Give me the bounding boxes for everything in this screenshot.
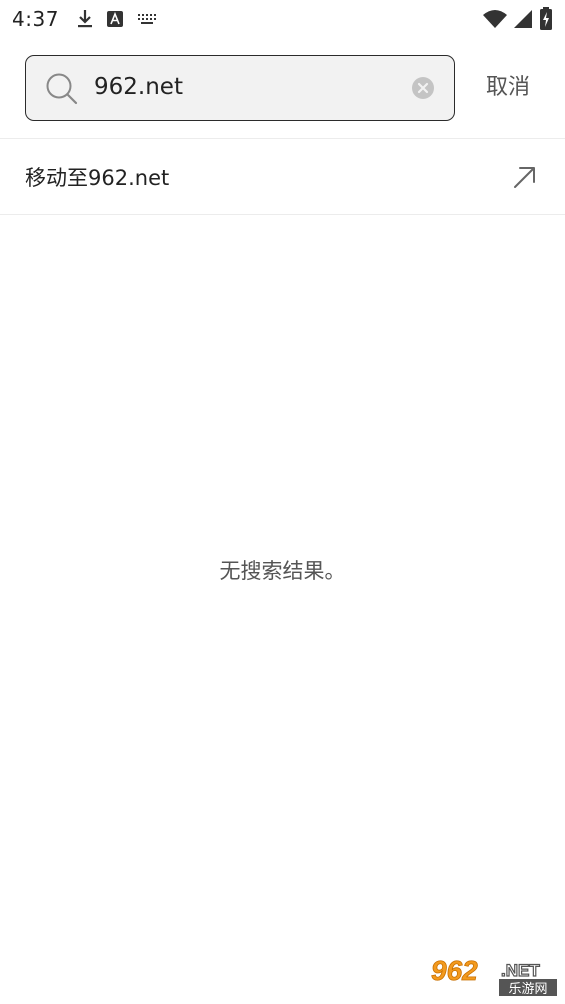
- screen: 4:37 962.net 取消 移动至962.net 无搜索结果。 962 .N…: [0, 0, 565, 1004]
- search-header: 962.net 取消: [0, 54, 565, 122]
- wifi-icon: [483, 10, 507, 28]
- a-app-icon: [106, 11, 123, 27]
- header-divider: [0, 138, 565, 139]
- move-to-label: 移动至962.net: [25, 166, 170, 190]
- keyboard-icon: [137, 14, 156, 24]
- watermark-logo-number: 962: [431, 955, 478, 986]
- search-icon: [46, 73, 78, 105]
- watermark-logo: 962 .NET 乐游网: [427, 952, 559, 998]
- cell-signal-icon: [514, 10, 532, 28]
- clear-search-icon[interactable]: [412, 77, 434, 99]
- move-to-row[interactable]: 移动至962.net: [0, 140, 565, 214]
- arrow-up-right-icon: [514, 167, 535, 188]
- search-input[interactable]: 962.net: [94, 56, 394, 119]
- status-time: 4:37: [12, 7, 59, 31]
- row-divider: [0, 214, 565, 215]
- battery-charging-icon: [540, 7, 552, 30]
- watermark-logo-graphic: 962 .NET 乐游网: [427, 952, 559, 998]
- empty-results-message: 无搜索结果。: [219, 559, 346, 583]
- download-icon: [77, 10, 92, 28]
- watermark-logo-subtext: 乐游网: [508, 982, 547, 997]
- status-bar: 4:37: [0, 0, 565, 38]
- cancel-button[interactable]: 取消: [478, 68, 538, 108]
- search-box[interactable]: 962.net: [25, 55, 455, 121]
- status-notification-icons: [77, 9, 157, 29]
- watermark-logo-suffix: .NET: [501, 961, 540, 980]
- status-system-icons: [483, 7, 553, 31]
